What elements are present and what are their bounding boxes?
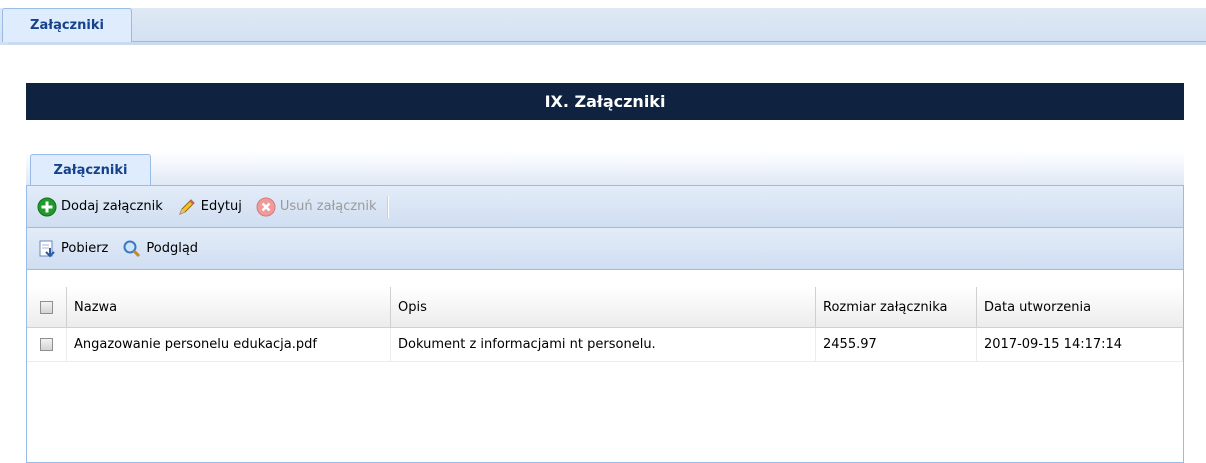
toolbar-separator [386, 195, 389, 218]
download-button[interactable]: Pobierz [37, 239, 108, 259]
column-header-description[interactable]: Opis [391, 287, 816, 327]
attachments-panel: Załączniki Dodaj załącznik Edytuj Usuń z… [26, 152, 1184, 463]
inner-tabstrip: Załączniki [26, 152, 1184, 186]
select-all-cell [27, 287, 67, 327]
download-icon [37, 239, 57, 259]
row-checkbox[interactable] [40, 338, 53, 351]
outer-tabstrip: Załączniki [0, 8, 1206, 45]
cell-name: Angazowanie personelu edukacja.pdf [67, 328, 391, 361]
cell-description: Dokument z informacjami nt personelu. [391, 328, 816, 361]
cell-size: 2455.97 [816, 328, 977, 361]
add-icon [37, 197, 57, 217]
select-all-checkbox[interactable] [40, 300, 53, 314]
outer-tabstrip-line [8, 41, 1206, 45]
magnifier-icon [122, 239, 142, 259]
toolbar-edit: Dodaj załącznik Edytuj Usuń załącznik [27, 186, 1183, 228]
row-select-cell [27, 328, 67, 361]
column-header-name[interactable]: Nazwa [67, 287, 391, 327]
column-header-date[interactable]: Data utworzenia [977, 287, 1183, 327]
download-label: Pobierz [61, 241, 109, 256]
cell-date: 2017-09-15 14:17:14 [977, 328, 1183, 361]
tab-zalaczniki-inner[interactable]: Załączniki [30, 154, 151, 186]
delete-attachment-label: Usuń załącznik [279, 199, 377, 214]
column-header-size[interactable]: Rozmiar załącznika [816, 287, 977, 327]
attachments-grid: Nazwa Opis Rozmiar załącznika Data utwor… [27, 287, 1183, 362]
edit-label: Edytuj [200, 199, 242, 214]
delete-attachment-button[interactable]: Usuń załącznik [256, 197, 377, 217]
table-row[interactable]: Angazowanie personelu edukacja.pdf Dokum… [27, 328, 1183, 362]
section-title: IX. Załączniki [26, 83, 1184, 120]
edit-button[interactable]: Edytuj [177, 197, 242, 217]
pencil-icon [177, 197, 197, 217]
add-attachment-label: Dodaj załącznik [61, 199, 163, 214]
grid-header: Nazwa Opis Rozmiar załącznika Data utwor… [27, 287, 1183, 328]
preview-button[interactable]: Podgląd [122, 239, 198, 259]
delete-icon [256, 197, 276, 217]
preview-label: Podgląd [146, 241, 199, 256]
toolbar-view: Pobierz Podgląd [27, 228, 1183, 270]
add-attachment-button[interactable]: Dodaj załącznik [37, 197, 163, 217]
panel-body: Dodaj załącznik Edytuj Usuń załącznik Po… [26, 185, 1184, 463]
tab-zalaczniki-outer[interactable]: Załączniki [2, 8, 132, 42]
